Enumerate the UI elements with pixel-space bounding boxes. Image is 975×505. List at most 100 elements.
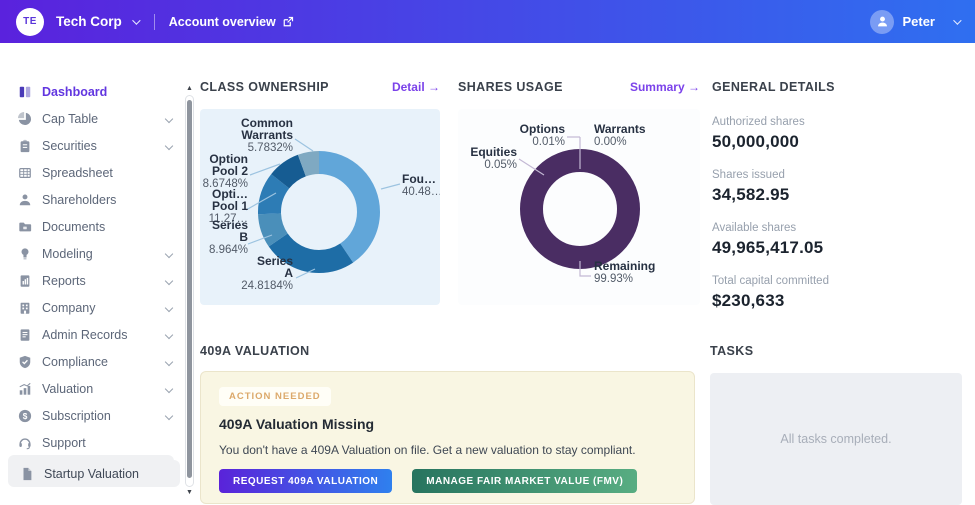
scroll-down-icon[interactable]: ▼ [184, 488, 195, 498]
tasks-section: TASKS All tasks completed. [710, 342, 962, 505]
sidebar-item-label: Spreadsheet [42, 165, 113, 180]
scroll-up-icon[interactable]: ▲ [184, 84, 195, 94]
sidebar-item-shareholders[interactable]: Shareholders [0, 186, 182, 213]
leader-line [294, 138, 314, 152]
sidebar-item-label: Company [42, 300, 96, 315]
person-icon [878, 16, 887, 27]
shares-usage-section: SHARES USAGE Summary → Options 0.01% Warra… [458, 80, 700, 305]
manage-fmv-button[interactable]: MANAGE FAIR MARKET VALUE (FMV) [412, 469, 638, 493]
sidebar-item-dashboard[interactable]: Dashboard [0, 78, 182, 105]
external-link-icon [283, 16, 293, 26]
sidebar-nav: Dashboard Cap Table Securities Spreadsheet S… [0, 43, 182, 505]
general-details-section: GENERAL DETAILS Authorized shares 50,000,… [712, 80, 964, 328]
breadcrumb[interactable]: Account overview [169, 15, 294, 29]
stat-label: Available shares [712, 222, 797, 234]
sidebar-item-label: Reports [42, 273, 86, 288]
sidebar-item-reports[interactable]: Reports [0, 267, 182, 294]
sidebar-item-subscription[interactable]: Subscription [0, 402, 182, 429]
sidebar-item-label: Cap Table [42, 111, 99, 126]
subscription-icon [18, 409, 32, 423]
sidebar-item-company[interactable]: Company [0, 294, 182, 321]
sidebar-item-documents[interactable]: Documents [0, 213, 182, 240]
main-scrollbar[interactable]: ▲ ▼ [184, 84, 195, 498]
leader-line [380, 183, 401, 190]
app-header: TE Tech Corp Account overview Peter [0, 0, 975, 43]
sidebar-item-support[interactable]: Support [0, 429, 182, 456]
donut-slice-remaining[interactable] [520, 149, 640, 269]
stat-total-capital-committed: Total capital committed $230,633 [712, 275, 964, 311]
shares-usage-summary-link[interactable]: Summary → [630, 80, 700, 94]
stat-label: Total capital committed [712, 275, 829, 287]
cap-table-icon [18, 112, 32, 126]
reports-icon [18, 274, 32, 288]
modeling-icon [18, 247, 32, 261]
arrow-right-icon: → [688, 80, 700, 94]
class-ownership-section: CLASS OWNERSHIP Detail → Common Warrants 5… [200, 80, 440, 305]
company-icon [18, 301, 32, 315]
stat-value: 49,965,417.05 [712, 238, 824, 257]
company-avatar[interactable]: TE [16, 7, 44, 36]
sidebar-item-cap-table[interactable]: Cap Table [0, 105, 182, 132]
header-divider [153, 13, 155, 30]
sidebar-item-label: Startup Valuation [44, 466, 139, 481]
securities-icon [18, 139, 32, 153]
sidebar-item-modeling[interactable]: Modeling [0, 240, 182, 267]
sidebar-item-label: Compliance [42, 354, 109, 369]
general-details-list: Authorized shares 50,000,000 Shares issued… [712, 116, 964, 311]
chevron-down-icon [164, 384, 174, 393]
file-icon [20, 467, 34, 481]
sidebar-item-admin-records[interactable]: Admin Records [0, 321, 182, 348]
chevron-down-icon[interactable] [953, 15, 962, 25]
request-409a-valuation-button[interactable]: REQUEST 409A VALUATION [219, 469, 393, 493]
stat-value: $230,633 [712, 291, 785, 310]
chevron-down-icon [164, 114, 174, 123]
chevron-down-icon [164, 141, 174, 150]
sidebar-item-label: Shareholders [42, 192, 117, 207]
class-ownership-detail-link[interactable]: Detail → [392, 80, 440, 94]
sidebar-item-label: Support [42, 435, 86, 450]
stat-authorized-shares: Authorized shares 50,000,000 [712, 116, 964, 152]
sidebar-item-label: Admin Records [42, 327, 128, 342]
chevron-down-icon [164, 249, 174, 258]
user-name[interactable]: Peter [902, 14, 935, 29]
admin-records-icon [18, 328, 32, 342]
sidebar-item-compliance[interactable]: Compliance [0, 348, 182, 375]
action-needed-badge: ACTION NEEDED [219, 387, 331, 406]
user-avatar[interactable] [870, 9, 895, 34]
valuation-409a-heading: 409A Valuation Missing [219, 416, 375, 432]
shares-usage-chart: Options 0.01% Warrants 0.00% Equities 0.05% Re… [458, 109, 700, 305]
scrollbar-track[interactable] [185, 95, 194, 487]
breadcrumb-label: Account overview [168, 14, 276, 29]
spreadsheet-icon [18, 166, 32, 180]
stat-label: Shares issued [712, 169, 785, 181]
sidebar-item-label: Subscription [42, 408, 111, 423]
chevron-down-icon [164, 411, 174, 420]
chevron-down-icon[interactable] [131, 15, 141, 25]
tasks-panel: All tasks completed. [710, 373, 962, 505]
company-name[interactable]: Tech Corp [56, 14, 122, 29]
chevron-down-icon [164, 330, 174, 339]
arrow-right-icon: → [428, 80, 440, 94]
compliance-icon [18, 355, 32, 369]
tasks-title: TASKS [710, 344, 754, 358]
class-ownership-title: CLASS OWNERSHIP [200, 80, 329, 94]
valuation-409a-section: 409A VALUATION ACTION NEEDED 409A Valuat… [200, 342, 695, 504]
sidebar-partial-row[interactable] [8, 455, 174, 467]
stat-label: Authorized shares [712, 116, 805, 128]
valuation-409a-body: You don't have a 409A Valuation on file.… [219, 443, 636, 457]
sidebar-item-securities[interactable]: Securities [0, 132, 182, 159]
sidebar-item-spreadsheet[interactable]: Spreadsheet [0, 159, 182, 186]
sidebar-item-label: Dashboard [42, 84, 108, 99]
stat-available-shares: Available shares 49,965,417.05 [712, 222, 964, 258]
shareholders-icon [18, 193, 32, 207]
dashboard-icon [18, 85, 32, 99]
valuation-409a-title: 409A VALUATION [200, 344, 310, 358]
chevron-down-icon [164, 303, 174, 312]
sidebar-item-label: Documents [42, 219, 106, 234]
sidebar-item-valuation[interactable]: Valuation [0, 375, 182, 402]
stat-value: 34,582.95 [712, 185, 790, 204]
valuation-icon [18, 382, 32, 396]
class-ownership-chart: Common Warrants 5.7832% Option Pool 2 8.6748%… [200, 109, 440, 305]
support-icon [18, 436, 32, 450]
scrollbar-thumb[interactable] [187, 100, 192, 478]
